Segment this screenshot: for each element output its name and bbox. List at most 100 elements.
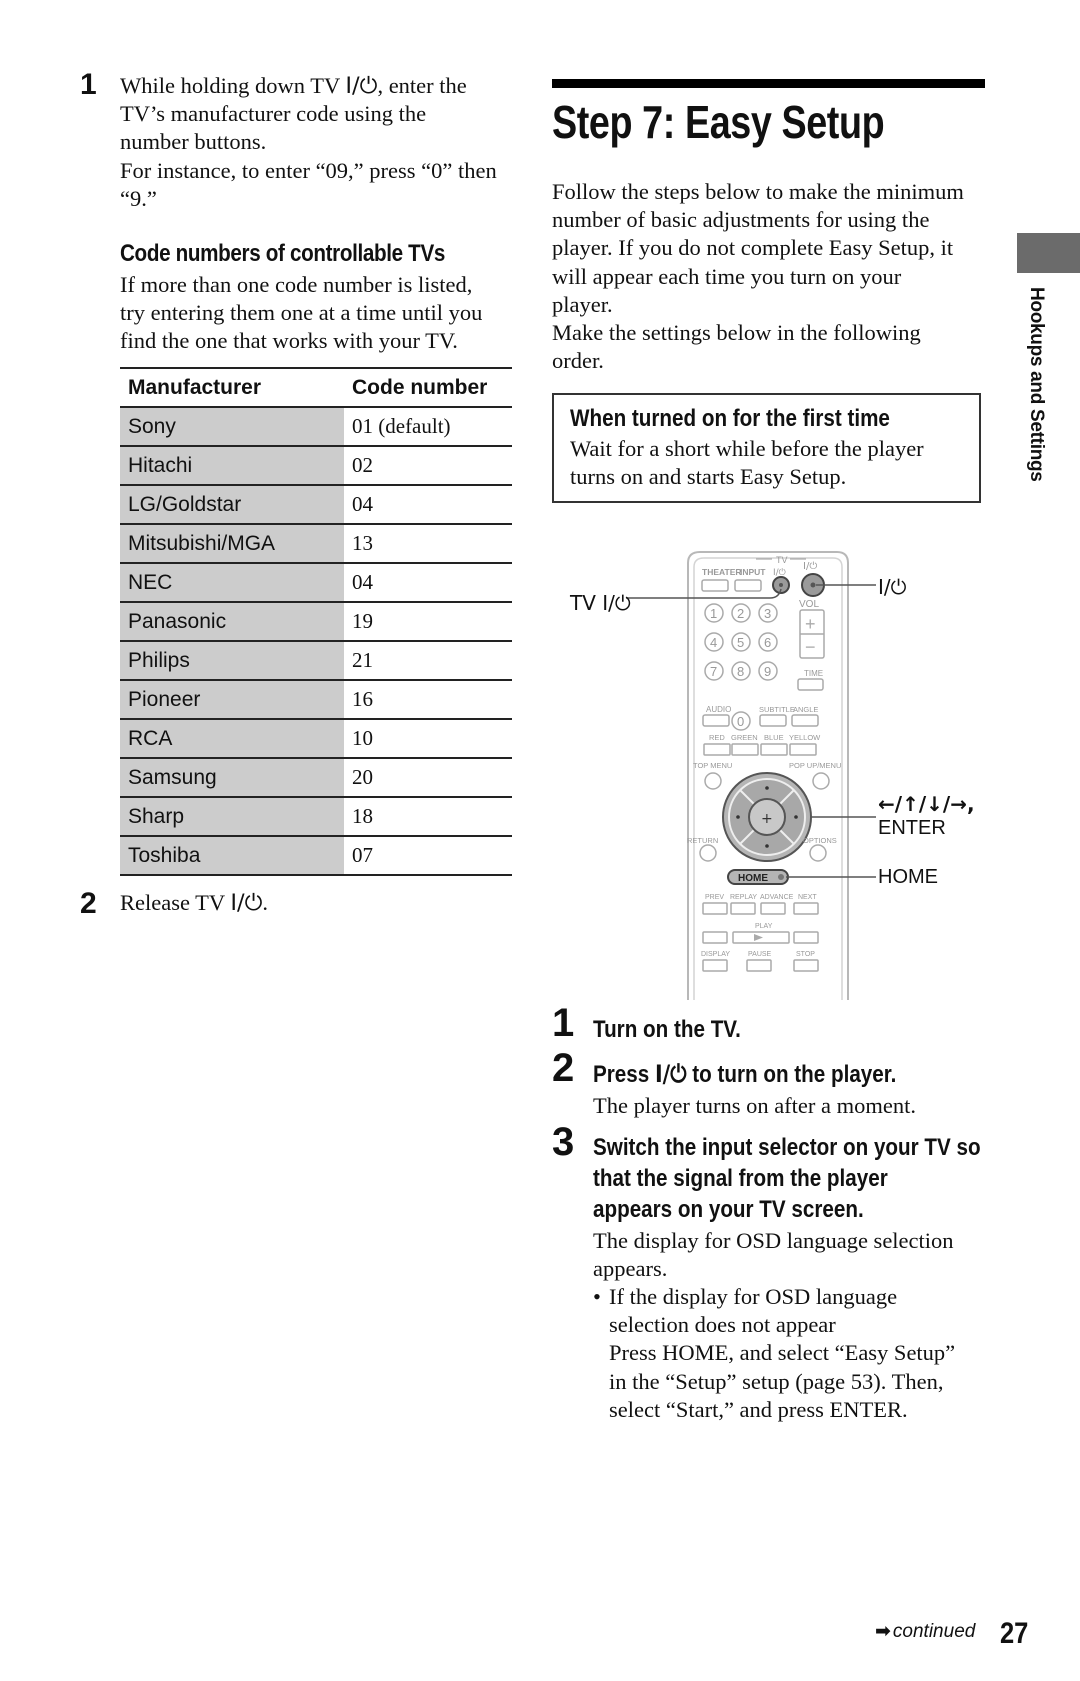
blue-label: BLUE [764,733,784,742]
section-heading: Code numbers of controllable TVs [120,240,446,267]
heading-line: that the signal from the player [593,1165,888,1192]
step-1-line: “9.” [120,185,157,211]
bullet-line: Press HOME, and select “Easy Setup” [609,1340,956,1366]
pause-label: PAUSE [748,951,772,958]
manufacturer-cell: NEC [120,563,344,603]
callout-home: HOME [878,866,938,888]
blue-button [760,743,788,756]
text: Press [593,1061,655,1088]
step-1-line: number buttons. [120,129,267,155]
manufacturer-cell: Mitsubishi/MGA [120,524,344,564]
next-label: NEXT [798,894,817,901]
next-button [793,902,819,915]
callout-tv-power: TV I/⏻ [570,591,631,616]
heading-line: Switch the input selector on your TV so [593,1134,981,1161]
code-number-cell: 10 [344,719,512,759]
section-tab-label: Hookups and Settings [1026,287,1047,482]
note-box: When turned on for the first time Wait f… [552,393,981,503]
note-title: When turned on for the first time [570,405,890,432]
step-number: 1 [552,1001,575,1045]
column-header-code-number: Code number [344,367,512,408]
table-row: Toshiba 07 [120,836,512,876]
table-row: Samsung 20 [120,758,512,798]
code-number-cell: 01 (default) [344,407,512,447]
bullet-line: select “Start,” and press ENTER. [609,1396,908,1422]
angle-button [791,714,819,727]
manufacturer-cell: Panasonic [120,602,344,642]
red-label: RED [709,733,725,742]
up-arrow-dot [765,786,769,790]
digit-label: 9 [764,664,771,679]
down-arrow-dot [765,844,769,848]
manufacturer-cell: RCA [120,719,344,759]
callout-arrows: ←/↑/↓/→, ENTER [878,792,975,840]
play-label: PLAY [755,923,773,930]
continued-indicator: ➡ continued [875,1620,975,1643]
code-number-cell: 04 [344,485,512,525]
step-description: The display for OSD language selection a… [593,1227,993,1283]
description-line: appears. [593,1256,668,1282]
step-heading: Press I/⏻ to turn on the player. [593,1059,997,1090]
home-button-label: HOME [738,873,768,884]
bullet-note: • If the display for OSD language select… [593,1283,993,1424]
subtitle-button [759,714,787,727]
step-1-line: TV’s manufacturer code using the [120,101,427,127]
digit-label: 6 [764,635,771,650]
volume-down-icon: − [805,637,816,657]
green-label: GREEN [731,733,758,742]
volume-up-icon: + [805,614,816,634]
stop-button [793,959,819,972]
step-number: 2 [552,1046,575,1090]
code-number-cell: 16 [344,680,512,720]
callout-text: TV I/⏻ [570,591,631,615]
step-heading: Switch the input selector on your TV so … [593,1132,997,1225]
power-icon: I/⏻ [654,1060,687,1088]
prev-button [702,902,728,915]
arrow-keys-icon: ←/↑/↓/→, [878,792,975,816]
return-button [699,844,717,862]
return-label: RETURN [687,836,718,845]
manufacturer-cell: Sony [120,407,344,447]
table-row: Sharp 18 [120,797,512,837]
prev-label: PREV [705,894,724,901]
step-number: 3 [552,1120,575,1164]
angle-label: ANGLE [793,705,818,714]
input-button [734,579,762,592]
advance-button [760,902,786,915]
page-title: Step 7: Easy Setup [552,96,885,148]
paragraph-line: player. [552,291,613,317]
theater-label: THEATER [702,567,742,577]
code-number-cell: 20 [344,758,512,798]
tv-group-label: TV [776,555,788,565]
theater-button [701,579,729,592]
code-number-cell: 21 [344,641,512,681]
tv-code-table: Manufacturer Code number Sony 01 (default… [120,367,512,876]
step-1-line: While holding down TV I/⏻, enter the [120,72,520,100]
description-line: The display for OSD language selection [593,1228,954,1253]
digit-label: 0 [737,714,744,729]
text: to turn on the player. [686,1061,897,1088]
paragraph-line: order. [552,348,604,374]
manufacturer-cell: Hitachi [120,446,344,486]
step-number: 2 [80,887,97,920]
text: Release TV [120,890,231,915]
manufacturer-cell: Sharp [120,797,344,837]
table-row: RCA 10 [120,719,512,759]
rewind-button [702,931,728,944]
manufacturer-cell: Pioneer [120,680,344,720]
digit-label: 4 [710,635,717,650]
table-row: LG/Goldstar 04 [120,485,512,525]
power-label: I/⏻ [803,561,817,572]
time-label: TIME [804,669,823,678]
advance-label: ADVANCE [760,894,794,901]
digit-label: 7 [710,664,717,679]
enter-icon: + [761,811,773,827]
note-line: turns on and starts Easy Setup. [570,464,847,490]
time-button [797,678,824,691]
paragraph-line: If more than one code number is listed, [120,272,473,297]
column-header-manufacturer: Manufacturer [120,367,344,408]
yellow-label: YELLOW [789,733,821,742]
code-number-cell: 07 [344,836,512,876]
green-button [731,743,759,756]
intro-paragraph: Follow the steps below to make the minim… [552,178,992,375]
